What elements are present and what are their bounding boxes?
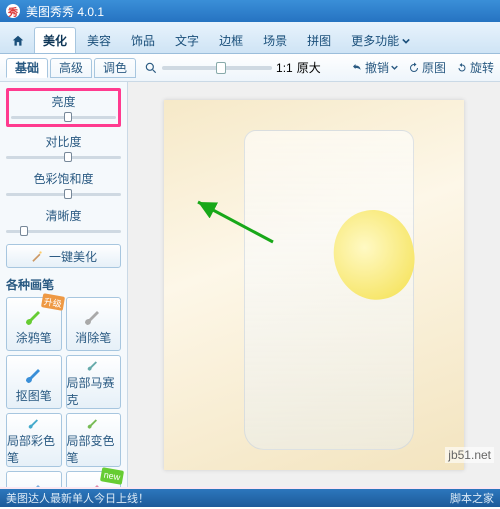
- toolbar-actions: 撤销 原图 旋转: [351, 59, 494, 76]
- brightness-slot: 亮度: [6, 88, 121, 127]
- zoom-ratio: 1:1: [276, 61, 293, 75]
- brush-button-3[interactable]: 局部马赛克: [66, 355, 122, 409]
- home-icon: [11, 34, 25, 48]
- app-icon: 秀: [6, 4, 20, 18]
- brightness-label: 亮度: [11, 93, 116, 110]
- subtab-advanced[interactable]: 高级: [50, 58, 92, 78]
- tab-beautify[interactable]: 美化: [34, 27, 76, 53]
- brush-button-4[interactable]: 局部彩色笔: [6, 413, 62, 467]
- brush-label: 局部马赛克: [67, 374, 121, 408]
- titlebar: 秀 美图秀秀 4.0.1: [0, 0, 500, 22]
- subtab-color[interactable]: 调色: [94, 58, 136, 78]
- rotate-icon: [456, 62, 468, 74]
- tab-frame[interactable]: 边框: [210, 27, 252, 53]
- sidebar: 亮度 对比度 色彩饱和度 清晰度 一键美化 各种画笔 升级涂鸦笔消除笔抠图笔局部…: [0, 82, 128, 487]
- subtabs: 基础 高级 调色: [6, 58, 138, 78]
- tab-home[interactable]: [4, 27, 32, 53]
- one-click-beautify-button[interactable]: 一键美化: [6, 244, 121, 268]
- chevron-down-icon: [391, 64, 398, 71]
- zoom-icon: [144, 61, 158, 75]
- brush-label: 局部变色笔: [67, 432, 121, 466]
- brush-icon: [22, 361, 46, 385]
- brushes-section-title: 各种画笔: [6, 276, 121, 293]
- brush-button-6[interactable]: 背景虚化: [6, 471, 62, 487]
- tab-scene[interactable]: 场景: [254, 27, 296, 53]
- brush-label: 局部彩色笔: [7, 432, 61, 466]
- undo-button[interactable]: 撤销: [351, 59, 398, 76]
- brightness-slider[interactable]: [11, 112, 116, 122]
- original-button[interactable]: 原图: [408, 59, 446, 76]
- brush-label: 抠图笔: [16, 387, 52, 404]
- canvas[interactable]: jb51.net: [128, 82, 500, 487]
- brush-button-0[interactable]: 升级涂鸦笔: [6, 297, 62, 351]
- brush-label: 涂鸦笔: [16, 329, 52, 346]
- sharpness-label: 清晰度: [6, 207, 121, 224]
- refresh-icon: [408, 62, 420, 74]
- main-tabs: 美化 美容 饰品 文字 边框 场景 拼图 更多功能: [0, 22, 500, 54]
- saturation-slot: 色彩饱和度: [6, 170, 121, 199]
- wand-icon: [30, 249, 44, 263]
- tab-makeup[interactable]: 美容: [78, 27, 120, 53]
- app-title: 美图秀秀 4.0.1: [26, 3, 104, 20]
- zoom-control: 1:1 原大: [144, 59, 351, 76]
- photo: [164, 100, 464, 470]
- tab-more-label: 更多功能: [351, 32, 399, 49]
- contrast-label: 对比度: [6, 133, 121, 150]
- status-bar: 美图达人最新单人今日上线！ 脚本之家: [0, 489, 500, 507]
- main-area: 亮度 对比度 色彩饱和度 清晰度 一键美化 各种画笔 升级涂鸦笔消除笔抠图笔局部…: [0, 82, 500, 487]
- brush-icon: [22, 414, 46, 430]
- brush-icon: [81, 303, 105, 327]
- brush-label: 消除笔: [75, 329, 111, 346]
- sharpness-slider[interactable]: [6, 226, 121, 236]
- brush-button-1[interactable]: 消除笔: [66, 297, 122, 351]
- zoom-label: 原大: [297, 59, 321, 76]
- contrast-slider[interactable]: [6, 152, 121, 162]
- saturation-label: 色彩饱和度: [6, 170, 121, 187]
- toolbar: 基础 高级 调色 1:1 原大 撤销 原图 旋转: [0, 54, 500, 82]
- brush-grid: 升级涂鸦笔消除笔抠图笔局部马赛克局部彩色笔局部变色笔背景虚化new魔幻笔: [6, 297, 121, 487]
- brush-button-2[interactable]: 抠图笔: [6, 355, 62, 409]
- subtab-basic[interactable]: 基础: [6, 58, 48, 78]
- brush-icon: [22, 477, 46, 488]
- brush-icon: [81, 356, 105, 372]
- tab-more[interactable]: 更多功能: [342, 27, 419, 53]
- status-left: 美图达人最新单人今日上线！: [6, 490, 149, 506]
- brush-button-5[interactable]: 局部变色笔: [66, 413, 122, 467]
- rotate-button[interactable]: 旋转: [456, 59, 494, 76]
- contrast-slot: 对比度: [6, 133, 121, 162]
- chevron-down-icon: [402, 37, 410, 45]
- tab-collage[interactable]: 拼图: [298, 27, 340, 53]
- tab-text[interactable]: 文字: [166, 27, 208, 53]
- zoom-slider[interactable]: [162, 66, 272, 70]
- tab-accessory[interactable]: 饰品: [122, 27, 164, 53]
- brush-icon: [81, 414, 105, 430]
- undo-icon: [351, 62, 363, 74]
- watermark: jb51.net: [445, 447, 494, 463]
- saturation-slider[interactable]: [6, 189, 121, 199]
- sharpness-slot: 清晰度: [6, 207, 121, 236]
- status-right: 脚本之家: [450, 490, 494, 506]
- brush-button-7[interactable]: new魔幻笔: [66, 471, 122, 487]
